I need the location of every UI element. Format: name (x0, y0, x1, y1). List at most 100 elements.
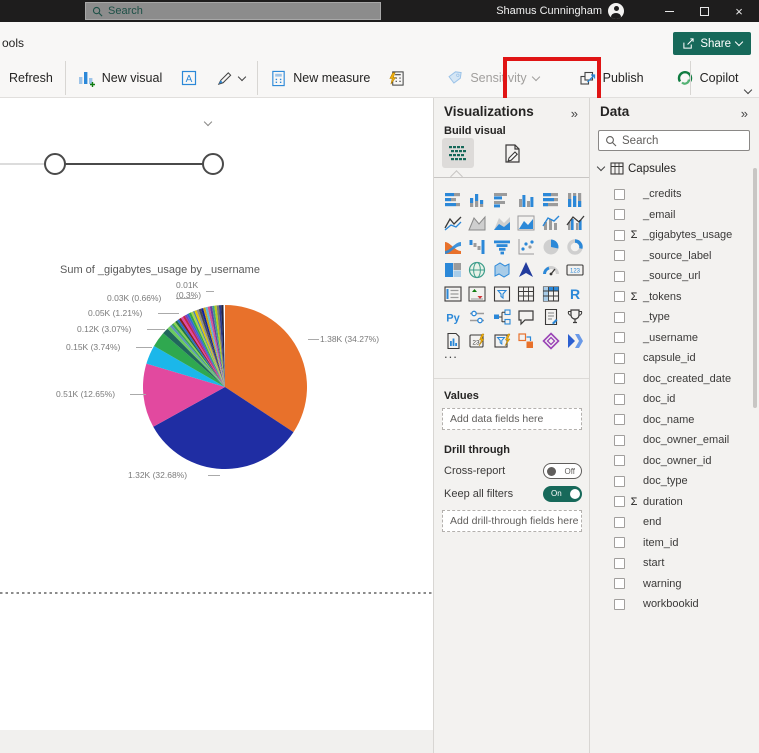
card-icon[interactable]: 123 (564, 259, 588, 283)
field-name[interactable]: doc_created_date (643, 373, 731, 385)
python-script-icon[interactable]: Py (441, 306, 465, 330)
field-name[interactable]: end (643, 516, 661, 528)
pbi-custom-visual-icon[interactable] (515, 329, 539, 353)
pie-chart-visual[interactable] (143, 305, 307, 469)
field-checkbox[interactable] (614, 517, 625, 528)
slicer-track-selected[interactable] (55, 163, 213, 166)
account-menu[interactable]: Shamus Cunningham (496, 0, 624, 22)
field-name[interactable]: start (643, 557, 664, 569)
table-icon[interactable] (515, 282, 539, 306)
data-pane-scrollbar[interactable] (753, 168, 757, 408)
shapes-button[interactable] (207, 63, 254, 93)
drill-through-field-well[interactable]: Add drill-through fields here (442, 510, 582, 532)
field-row[interactable]: item_id (590, 533, 752, 554)
field-checkbox[interactable] (614, 496, 625, 507)
field-checkbox[interactable] (614, 558, 625, 569)
text-box-button[interactable]: A (171, 63, 207, 93)
get-more-visuals-button[interactable]: ... (444, 346, 458, 361)
gauge-icon[interactable] (539, 259, 563, 283)
map-icon[interactable] (466, 259, 490, 283)
field-row[interactable]: _email (590, 205, 752, 226)
field-row[interactable]: doc_created_date (590, 369, 752, 390)
field-name[interactable]: _username (643, 332, 698, 344)
field-checkbox[interactable] (614, 373, 625, 384)
field-checkbox[interactable] (614, 578, 625, 589)
copilot-button[interactable]: Copilot (667, 63, 748, 93)
decomposition-tree-icon[interactable] (490, 306, 514, 330)
field-checkbox[interactable] (614, 250, 625, 261)
tab-build-visual[interactable] (442, 138, 474, 168)
ribbon-chart-icon[interactable] (441, 235, 465, 259)
field-name[interactable]: doc_owner_id (643, 455, 712, 467)
field-name[interactable]: doc_type (643, 475, 688, 487)
ribbon-tab-fragment[interactable]: ools (2, 36, 24, 50)
share-button[interactable]: Share (673, 32, 751, 55)
field-checkbox[interactable] (614, 599, 625, 610)
r-script-icon[interactable]: R (564, 282, 588, 306)
field-checkbox[interactable] (614, 455, 625, 466)
field-row[interactable]: doc_owner_email (590, 430, 752, 451)
scatter-chart-icon[interactable] (515, 235, 539, 259)
field-row[interactable]: doc_id (590, 389, 752, 410)
field-name[interactable]: capsule_id (643, 352, 696, 364)
quick-measure-button[interactable] (379, 63, 414, 93)
field-checkbox[interactable] (614, 537, 625, 548)
qa-icon[interactable] (515, 306, 539, 330)
power-apps-icon[interactable]: 23 (466, 329, 490, 353)
field-row[interactable]: doc_type (590, 471, 752, 492)
values-field-well[interactable]: Add data fields here (442, 408, 582, 430)
field-checkbox[interactable] (614, 209, 625, 220)
kpi-icon[interactable] (466, 282, 490, 306)
table-node-capsules[interactable]: Capsules (598, 162, 676, 175)
refresh-button[interactable]: Refresh (0, 63, 62, 93)
field-name[interactable]: _source_label (643, 250, 712, 262)
small-multiples-chart-icon[interactable] (515, 212, 539, 236)
flow-icon[interactable] (564, 329, 588, 353)
line-clustered-column-combo-icon[interactable] (564, 212, 588, 236)
matrix-icon[interactable] (539, 282, 563, 306)
collapse-visualizations-pane-icon[interactable]: » (571, 106, 577, 121)
field-name[interactable]: _type (643, 311, 670, 323)
stacked-column-chart-icon[interactable] (466, 188, 490, 212)
field-checkbox[interactable] (614, 189, 625, 200)
field-row[interactable]: Σduration (590, 492, 752, 513)
smart-narrative-icon[interactable] (539, 306, 563, 330)
field-row[interactable]: _source_url (590, 266, 752, 287)
field-name[interactable]: doc_owner_email (643, 434, 729, 446)
field-name[interactable]: _source_url (643, 270, 700, 282)
slicer-icon[interactable] (490, 282, 514, 306)
treemap-icon[interactable] (441, 259, 465, 283)
arcgis-map-icon[interactable] (539, 329, 563, 353)
clustered-column-chart-icon[interactable] (515, 188, 539, 212)
field-row[interactable]: _source_label (590, 246, 752, 267)
collapse-data-pane-icon[interactable]: » (741, 106, 747, 121)
field-checkbox[interactable] (614, 291, 625, 302)
power-automate-icon[interactable] (490, 329, 514, 353)
data-search-input[interactable]: Search (598, 130, 750, 151)
field-checkbox[interactable] (614, 332, 625, 343)
clustered-bar-chart-icon[interactable] (490, 188, 514, 212)
field-row[interactable]: _type (590, 307, 752, 328)
field-row[interactable]: _credits (590, 184, 752, 205)
stacked-bar-chart-icon[interactable] (441, 188, 465, 212)
close-button[interactable]: × (724, 0, 754, 22)
donut-chart-icon[interactable] (564, 235, 588, 259)
field-checkbox[interactable] (614, 394, 625, 405)
field-checkbox[interactable] (614, 230, 625, 241)
funnel-chart-icon[interactable] (490, 235, 514, 259)
field-checkbox[interactable] (614, 312, 625, 323)
field-row[interactable]: workbookid (590, 594, 752, 615)
keep-all-filters-toggle[interactable]: On (543, 486, 582, 502)
field-checkbox[interactable] (614, 353, 625, 364)
filled-map-icon[interactable] (490, 259, 514, 283)
titlebar-search-input[interactable]: Search (85, 2, 381, 20)
field-row[interactable]: doc_owner_id (590, 451, 752, 472)
tab-format-visual[interactable] (496, 138, 528, 168)
table-expand-chevron-icon[interactable] (597, 163, 605, 171)
new-visual-button[interactable]: New visual (69, 63, 171, 93)
stacked-area-chart-icon[interactable] (490, 212, 514, 236)
field-row[interactable]: end (590, 512, 752, 533)
azure-map-icon[interactable] (515, 259, 539, 283)
field-row[interactable]: start (590, 553, 752, 574)
field-name[interactable]: _email (643, 209, 675, 221)
